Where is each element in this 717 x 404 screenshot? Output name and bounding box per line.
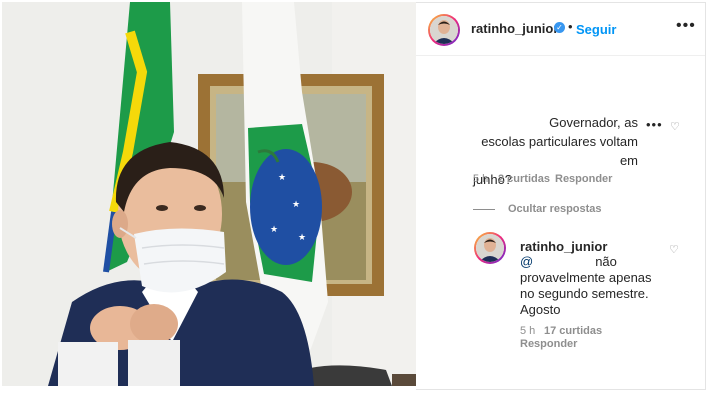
avatar-image xyxy=(430,16,458,44)
hide-replies-button[interactable]: Ocultar respostas xyxy=(508,203,602,215)
reply-like-heart-icon[interactable]: ♡ xyxy=(669,243,679,256)
reply-username[interactable]: ratinho_junior xyxy=(520,239,607,254)
reply-time: 5 h xyxy=(520,325,536,337)
verified-badge-icon: ✓ xyxy=(554,22,565,33)
reply-mention[interactable]: @ xyxy=(520,254,533,269)
follow-button[interactable]: Seguir xyxy=(576,22,616,37)
comment-time: 5 h xyxy=(473,173,489,185)
svg-text:★: ★ xyxy=(292,199,300,209)
post-side-panel: ratinho_junior ✓ • Seguir ••• Governador… xyxy=(416,2,706,390)
svg-text:★: ★ xyxy=(278,172,286,182)
more-options-icon[interactable]: ••• xyxy=(676,17,696,35)
comment-reply-button[interactable]: Responder xyxy=(555,173,612,185)
reply-avatar-image xyxy=(476,234,504,262)
comment-like-heart-icon[interactable]: ♡ xyxy=(670,120,680,133)
photo-illustration: ★ ★ ★ ★ xyxy=(2,2,416,386)
reply-avatar[interactable] xyxy=(474,232,506,264)
reply-text: @ não provavelmente apenas no segundo sem… xyxy=(520,254,652,317)
svg-text:★: ★ xyxy=(270,224,278,234)
reply-likes[interactable]: 17 curtidas xyxy=(544,325,602,337)
hide-replies-line xyxy=(473,209,495,210)
avatar[interactable] xyxy=(428,14,460,46)
header-separator: • xyxy=(568,19,573,34)
header-username[interactable]: ratinho_junior xyxy=(471,21,558,36)
svg-text:★: ★ xyxy=(298,232,306,242)
reply-reply-button[interactable]: Responder xyxy=(520,338,577,350)
post-header: ratinho_junior ✓ • Seguir ••• xyxy=(416,3,705,56)
post-photo: ★ ★ ★ ★ xyxy=(2,2,416,386)
comment-more-icon[interactable]: ••• xyxy=(646,117,663,132)
comment-likes[interactable]: 2 curtidas xyxy=(498,173,550,185)
